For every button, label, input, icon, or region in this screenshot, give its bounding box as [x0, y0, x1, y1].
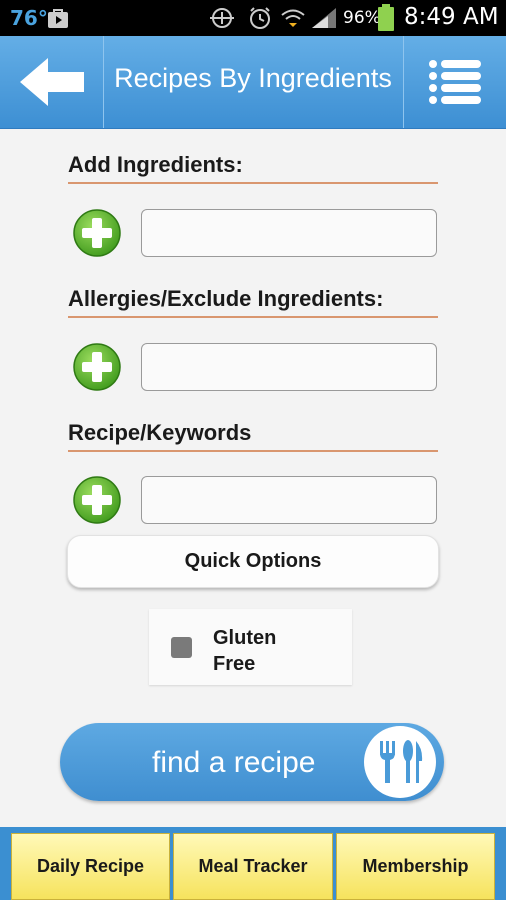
signal-icon: [312, 8, 336, 28]
keywords-title: Recipe/Keywords: [68, 420, 438, 452]
add-allergy-plus-icon[interactable]: [72, 342, 122, 392]
add-ingredient-plus-icon[interactable]: [72, 208, 122, 258]
back-button[interactable]: [0, 36, 103, 128]
temperature-text: 76°: [10, 6, 48, 30]
nav-membership-label: Membership: [362, 856, 469, 876]
wifi-icon: [281, 9, 305, 27]
allergies-title: Allergies/Exclude Ingredients:: [68, 286, 438, 318]
nav-daily-recipe[interactable]: Daily Recipe: [11, 833, 170, 900]
nav-membership[interactable]: Membership: [336, 833, 495, 900]
battery-icon: [378, 4, 394, 31]
add-keyword-plus-icon[interactable]: [72, 475, 122, 525]
quick-options-label: Quick Options: [184, 550, 322, 572]
find-recipe-label: find a recipe: [152, 746, 316, 779]
shopping-bag-icon: [48, 9, 68, 28]
alarm-icon: [250, 7, 270, 29]
app-header: Recipes By Ingredients: [0, 36, 506, 129]
gluten-free-option[interactable]: Gluten Free: [149, 609, 352, 685]
status-icons: [210, 7, 336, 29]
menu-button[interactable]: [404, 36, 506, 128]
nav-meal-tracker-label: Meal Tracker: [198, 856, 308, 876]
clock-time: 8:49 AM: [404, 4, 499, 30]
add-ingredients-title: Add Ingredients:: [68, 152, 438, 184]
nfc-icon: [210, 8, 234, 28]
back-arrow-icon: [19, 58, 84, 106]
page-title: Recipes By Ingredients: [114, 63, 392, 93]
status-bar: 76° 96% 8:49 AM: [0, 0, 506, 36]
gluten-free-label: Gluten Free: [213, 627, 277, 675]
nav-meal-tracker[interactable]: Meal Tracker: [173, 833, 333, 900]
keywords-input[interactable]: [141, 476, 437, 524]
nav-daily-recipe-label: Daily Recipe: [36, 856, 145, 876]
find-recipe-button[interactable]: find a recipe: [60, 723, 444, 801]
bottom-nav: Daily Recipe Meal Tracker Membership: [0, 827, 506, 900]
menu-list-icon: [429, 60, 481, 104]
add-ingredients-input[interactable]: [141, 209, 437, 257]
allergies-input[interactable]: [141, 343, 437, 391]
quick-options-button[interactable]: Quick Options: [67, 535, 439, 588]
gluten-free-checkbox[interactable]: [171, 637, 192, 658]
battery-percent: 96%: [343, 8, 381, 28]
utensils-icon: [364, 726, 436, 798]
